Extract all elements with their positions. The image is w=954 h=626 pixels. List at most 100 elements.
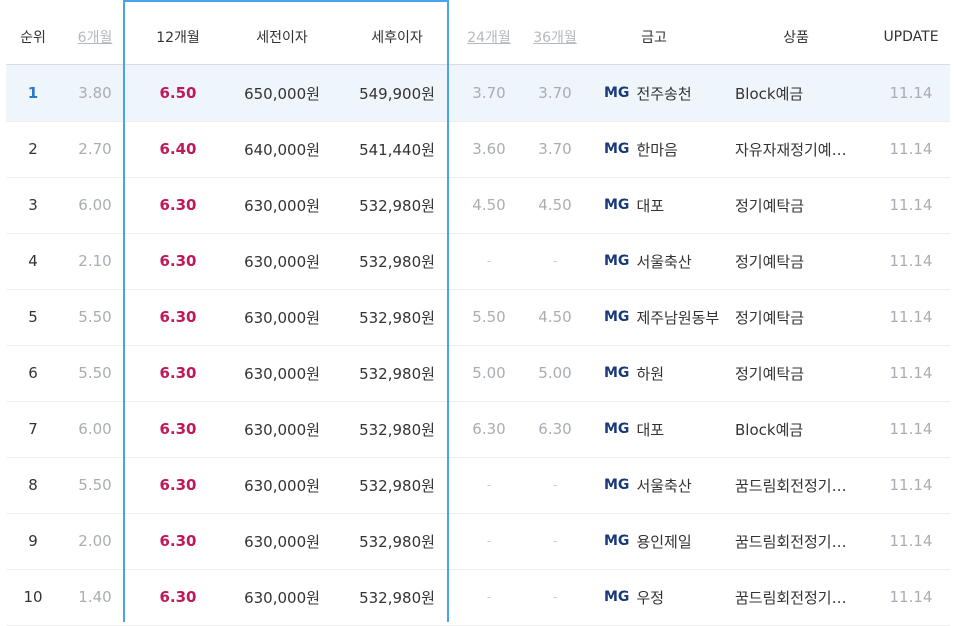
rate-36month: 3.70 xyxy=(538,140,572,158)
product-cell[interactable]: Block예금 xyxy=(720,65,887,121)
rate-24month: 4.50 xyxy=(472,196,506,214)
rate-36month: 4.50 xyxy=(538,196,572,214)
rate-6month: 5.50 xyxy=(78,308,112,326)
rank-cell: 6 xyxy=(28,364,38,382)
rate-36month: 3.70 xyxy=(538,84,572,102)
rate-24month: - xyxy=(486,534,492,548)
bank-cell[interactable]: MG 서울축산 xyxy=(588,233,736,289)
rate-36month: - xyxy=(552,478,558,492)
post-tax-interest: 549,900원 xyxy=(359,84,435,103)
table-row[interactable]: 2 2.70 6.40 640,000원 541,440원 3.60 3.70 MG 한마음 자유… xyxy=(6,121,950,178)
product-cell[interactable]: 꿈드림회전정기… xyxy=(720,457,887,513)
rate-24month: - xyxy=(486,254,492,268)
product-cell[interactable]: 정기예탁금 xyxy=(720,289,887,345)
rate-12month: 6.30 xyxy=(159,364,197,382)
rate-24month: 3.60 xyxy=(472,140,506,158)
rate-24month: 6.30 xyxy=(472,420,506,438)
header-12month[interactable]: 12개월 xyxy=(130,10,226,64)
update-date: 11.14 xyxy=(889,308,933,326)
rate-12month: 6.30 xyxy=(159,308,197,326)
rate-36month: - xyxy=(552,534,558,548)
rank-cell: 8 xyxy=(28,476,38,494)
mg-logo: MG xyxy=(604,533,630,549)
mg-logo: MG xyxy=(604,421,630,437)
pre-tax-interest: 630,000원 xyxy=(244,308,320,327)
header-36month-link[interactable]: 36개월 xyxy=(522,10,588,64)
product-cell[interactable]: 정기예탁금 xyxy=(720,233,887,289)
pre-tax-interest: 630,000원 xyxy=(244,196,320,215)
product-cell[interactable]: Block예금 xyxy=(720,401,887,457)
table-row[interactable]: 10 1.40 6.30 630,000원 532,980원 - - MG 우정 꿈드림회전정기…… xyxy=(6,569,950,626)
mg-logo: MG xyxy=(604,589,630,605)
rate-6month: 5.50 xyxy=(78,476,112,494)
product-name: 꿈드림회전정기… xyxy=(735,476,847,495)
table-row[interactable]: 9 2.00 6.30 630,000원 532,980원 - - MG 용인제일 꿈드림회전정기… xyxy=(6,513,950,570)
update-date: 11.14 xyxy=(889,84,933,102)
rate-24month: - xyxy=(486,590,492,604)
product-name: Block예금 xyxy=(735,420,804,439)
post-tax-interest: 532,980원 xyxy=(359,308,435,327)
bank-name: 하원 xyxy=(636,364,665,383)
product-cell[interactable]: 정기예탁금 xyxy=(720,177,887,233)
rate-ranking-table: 순위 6개월 12개월 세전이자 세후이자 24개월 36개월 금고 상품 UP… xyxy=(6,10,950,626)
bank-cell[interactable]: MG 대포 xyxy=(588,401,736,457)
update-date: 11.14 xyxy=(889,420,933,438)
table-row[interactable]: 3 6.00 6.30 630,000원 532,980원 4.50 4.50 MG 대포 정기예… xyxy=(6,177,950,234)
table-row[interactable]: 7 6.00 6.30 630,000원 532,980원 6.30 6.30 MG 대포 Blo… xyxy=(6,401,950,458)
product-name: 꿈드림회전정기… xyxy=(735,588,847,607)
header-pre-tax-interest: 세전이자 xyxy=(256,30,308,46)
bank-cell[interactable]: MG 용인제일 xyxy=(588,513,736,569)
rate-6month: 5.50 xyxy=(78,364,112,382)
table-row[interactable]: 1 3.80 6.50 650,000원 549,900원 3.70 3.70 MG 전주송천 B… xyxy=(6,65,950,122)
header-rank: 순위 xyxy=(20,30,46,46)
rank-cell: 9 xyxy=(28,532,38,550)
post-tax-interest: 532,980원 xyxy=(359,476,435,495)
header-24month-link[interactable]: 24개월 xyxy=(456,10,522,64)
table-row[interactable]: 5 5.50 6.30 630,000원 532,980원 5.50 4.50 MG 제주남원동… xyxy=(6,289,950,346)
product-cell[interactable]: 꿈드림회전정기… xyxy=(720,513,887,569)
rank-cell: 4 xyxy=(28,252,38,270)
mg-logo: MG xyxy=(604,253,630,269)
rate-6month: 1.40 xyxy=(78,588,112,606)
table-header: 순위 6개월 12개월 세전이자 세후이자 24개월 36개월 금고 상품 UP… xyxy=(6,10,950,65)
rate-12month: 6.30 xyxy=(159,532,197,550)
bank-cell[interactable]: MG 우정 xyxy=(588,569,736,625)
product-name: 정기예탁금 xyxy=(735,308,805,327)
bank-cell[interactable]: MG 제주남원동부 xyxy=(588,289,736,345)
post-tax-interest: 532,980원 xyxy=(359,252,435,271)
rate-24month: 5.00 xyxy=(472,364,506,382)
bank-name: 대포 xyxy=(636,420,665,439)
product-cell[interactable]: 꿈드림회전정기… xyxy=(720,569,887,625)
update-date: 11.14 xyxy=(889,588,933,606)
product-cell[interactable]: 자유자재정기예… xyxy=(720,121,887,177)
bank-cell[interactable]: MG 한마음 xyxy=(588,121,736,177)
rank-cell: 7 xyxy=(28,420,38,438)
table-row[interactable]: 4 2.10 6.30 630,000원 532,980원 - - MG 서울축산 정기예탁금 11… xyxy=(6,233,950,290)
rank-cell: 10 xyxy=(23,588,43,606)
pre-tax-interest: 630,000원 xyxy=(244,364,320,383)
rank-cell: 1 xyxy=(27,84,39,102)
bank-cell[interactable]: MG 서울축산 xyxy=(588,457,736,513)
bank-cell[interactable]: MG 전주송천 xyxy=(588,65,736,121)
bank-name: 용인제일 xyxy=(636,532,692,551)
product-cell[interactable]: 정기예탁금 xyxy=(720,345,887,401)
rate-6month: 3.80 xyxy=(78,84,112,102)
bank-name: 대포 xyxy=(636,196,665,215)
mg-logo: MG xyxy=(604,85,630,101)
bank-cell[interactable]: MG 하원 xyxy=(588,345,736,401)
rate-24month: - xyxy=(486,478,492,492)
mg-logo: MG xyxy=(604,309,630,325)
table-row[interactable]: 8 5.50 6.30 630,000원 532,980원 - - MG 서울축산 꿈드림회전정기… xyxy=(6,457,950,514)
product-name: 꿈드림회전정기… xyxy=(735,532,847,551)
pre-tax-interest: 630,000원 xyxy=(244,532,320,551)
rank-cell: 5 xyxy=(28,308,38,326)
post-tax-interest: 532,980원 xyxy=(359,588,435,607)
rate-12month: 6.30 xyxy=(159,420,197,438)
bank-cell[interactable]: MG 대포 xyxy=(588,177,736,233)
update-date: 11.14 xyxy=(889,196,933,214)
table-row[interactable]: 6 5.50 6.30 630,000원 532,980원 5.00 5.00 MG 하원 정기예… xyxy=(6,345,950,402)
product-name: 정기예탁금 xyxy=(735,252,805,271)
header-bank: 금고 xyxy=(641,30,667,46)
header-6month-link[interactable]: 6개월 xyxy=(60,10,130,64)
rank-cell: 3 xyxy=(28,196,38,214)
